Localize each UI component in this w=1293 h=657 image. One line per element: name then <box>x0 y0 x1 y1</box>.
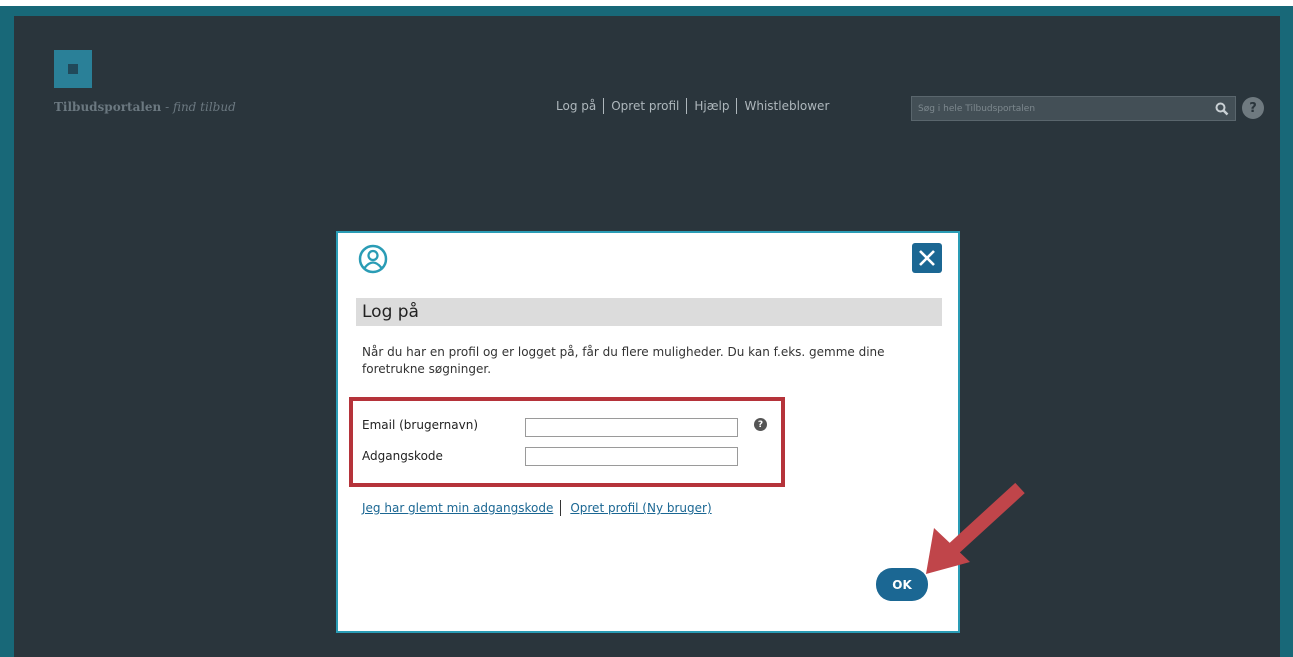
email-label: Email (brugernavn) <box>362 418 479 432</box>
site-title[interactable]: Tilbudsportalen - find tilbud <box>54 100 236 114</box>
nav-hjaelp[interactable]: Hjælp <box>694 99 729 113</box>
nav-divider <box>603 98 605 114</box>
email-field[interactable] <box>525 418 738 437</box>
link-divider <box>560 500 562 516</box>
modal-links: Jeg har glemt min adgangskode Opret prof… <box>362 500 712 516</box>
search-box <box>911 96 1236 121</box>
search-input[interactable] <box>912 97 1209 120</box>
top-navigation: Log på Opret profil Hjælp Whistleblower <box>556 98 829 114</box>
create-profile-link[interactable]: Opret profil (Ny bruger) <box>570 501 711 515</box>
nav-divider <box>686 98 688 114</box>
help-icon[interactable]: ? <box>1242 97 1264 119</box>
user-icon <box>358 244 388 274</box>
modal-description: Når du har en profil og er logget på, få… <box>362 345 885 376</box>
logo-icon[interactable] <box>54 50 92 88</box>
ok-button[interactable]: OK <box>876 568 928 601</box>
arrow-annotation <box>926 482 1025 574</box>
search-icon[interactable] <box>1209 97 1235 120</box>
password-field[interactable] <box>525 447 738 466</box>
nav-opret-profil[interactable]: Opret profil <box>611 99 679 113</box>
highlight-box <box>349 397 785 487</box>
email-help-icon[interactable]: ? <box>754 418 767 431</box>
nav-log-pa[interactable]: Log på <box>556 99 596 113</box>
nav-divider <box>736 98 738 114</box>
login-modal: Log på Når du har en profil og er logget… <box>336 231 960 633</box>
nav-whistleblower[interactable]: Whistleblower <box>744 99 829 113</box>
site-tagline: - find tilbud <box>161 100 236 114</box>
close-icon[interactable] <box>912 243 942 273</box>
password-label: Adgangskode <box>362 449 443 463</box>
modal-title: Log på <box>356 298 942 326</box>
site-title-name: Tilbudsportalen <box>54 100 162 114</box>
forgot-password-link[interactable]: Jeg har glemt min adgangskode <box>362 501 553 515</box>
